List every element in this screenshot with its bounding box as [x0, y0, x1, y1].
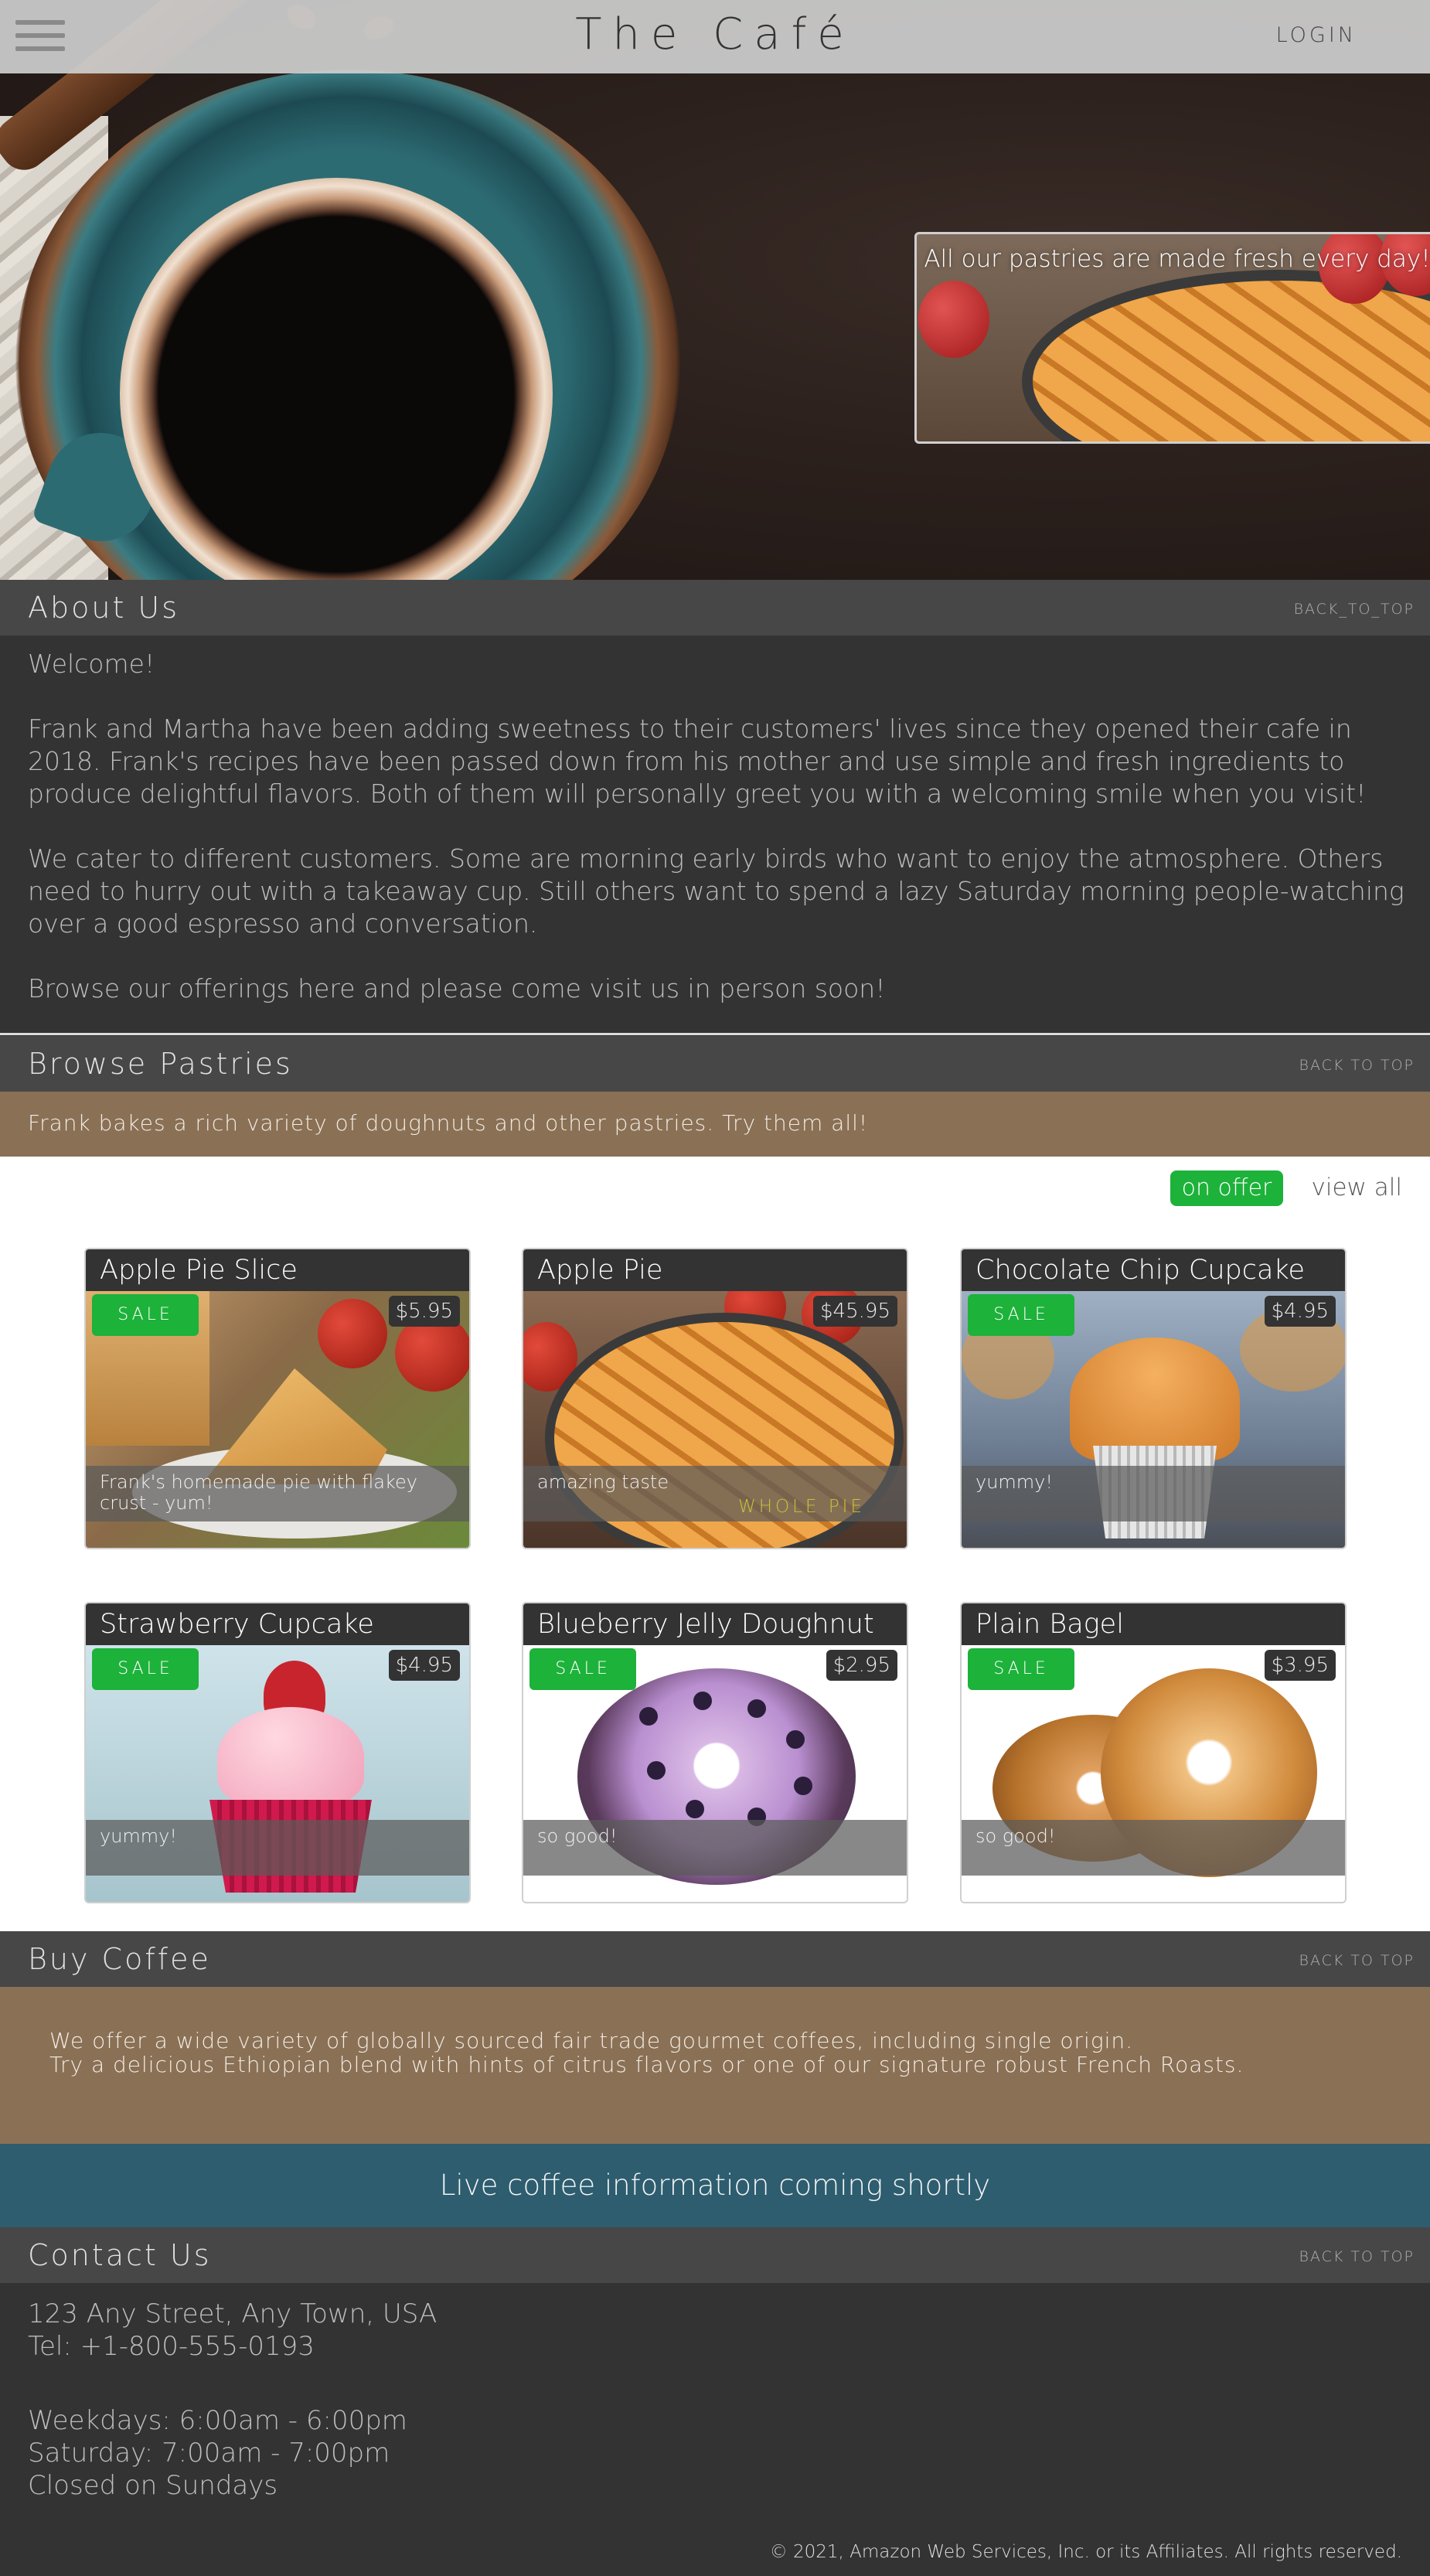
- about-paragraph: Welcome!: [28, 649, 155, 679]
- price-badge: $2.95: [826, 1650, 897, 1681]
- about-text: Welcome! Frank and Martha have been addi…: [28, 648, 1411, 1038]
- apple-image: [918, 281, 989, 358]
- top-navbar: The Café LOGIN: [0, 0, 1430, 73]
- back-to-top-link[interactable]: BACK_TO_TOP: [1294, 601, 1415, 618]
- copyright-text: © 2021, Amazon Web Services, Inc. or its…: [769, 2542, 1402, 2562]
- hours-line: Closed on Sundays: [28, 2470, 278, 2501]
- pastry-card[interactable]: Plain Bagel SALE $3.95 so good!: [960, 1602, 1347, 1903]
- back-to-top-link[interactable]: BACK TO TOP: [1299, 1952, 1415, 1969]
- sale-badge: SALE: [529, 1648, 636, 1690]
- coffee-header: Buy Coffee BACK TO TOP: [0, 1931, 1430, 1987]
- hero-banner: All our pastries are made fresh every da…: [0, 0, 1430, 580]
- about-paragraph: Browse our offerings here and please com…: [28, 973, 886, 1003]
- price-badge: $4.95: [1264, 1296, 1336, 1327]
- section-title: Contact Us: [28, 2238, 212, 2272]
- coffee-line: We offer a wide variety of globally sour…: [49, 2028, 1134, 2053]
- hero-caption: All our pastries are made fresh every da…: [924, 245, 1430, 273]
- pastry-name: Chocolate Chip Cupcake: [962, 1249, 1345, 1291]
- sale-badge: SALE: [968, 1294, 1074, 1336]
- about-paragraph: We cater to different customers. Some ar…: [28, 843, 1404, 939]
- sale-badge: SALE: [92, 1294, 199, 1336]
- opening-hours: Weekdays: 6:00am - 6:00pm Saturday: 7:00…: [28, 2404, 407, 2502]
- pastry-card[interactable]: Apple Pie $45.95 amazing taste WHOLE PIE: [522, 1248, 908, 1549]
- pastry-name: Blueberry Jelly Doughnut: [523, 1603, 907, 1645]
- section-title: Buy Coffee: [28, 1942, 211, 1976]
- price-badge: $45.95: [813, 1296, 897, 1327]
- about-header: About Us BACK_TO_TOP: [0, 580, 1430, 635]
- pastries-header: Browse Pastries BACK TO TOP: [0, 1036, 1430, 1092]
- price-badge: $3.95: [1264, 1650, 1336, 1681]
- pastry-description: Frank's homemade pie with flakey crust -…: [86, 1466, 469, 1521]
- back-to-top-link[interactable]: BACK TO TOP: [1299, 1057, 1415, 1074]
- price-badge: $5.95: [388, 1296, 460, 1327]
- contact-header: Contact Us BACK TO TOP: [0, 2227, 1430, 2283]
- brand-title[interactable]: The Café: [0, 9, 1430, 60]
- pastry-catalog: on offer view all Apple Pie Slice SALE $…: [0, 1157, 1430, 1931]
- pastry-card[interactable]: Apple Pie Slice SALE $5.95 Frank's homem…: [84, 1248, 471, 1549]
- section-title: Browse Pastries: [28, 1047, 293, 1081]
- pastry-name: Apple Pie Slice: [86, 1249, 469, 1291]
- live-coffee-banner: Live coffee information coming shortly: [0, 2144, 1430, 2227]
- coffee-line: Try a delicious Ethiopian blend with hin…: [49, 2052, 1244, 2077]
- sale-badge: SALE: [92, 1648, 199, 1690]
- price-badge: $4.95: [388, 1650, 460, 1681]
- hours-line: Saturday: 7:00am - 7:00pm: [28, 2438, 390, 2469]
- address-line: 123 Any Street, Any Town, USA: [28, 2298, 438, 2329]
- hours-line: Weekdays: 6:00am - 6:00pm: [28, 2405, 407, 2436]
- whole-pie-tag: WHOLE PIE: [738, 1497, 865, 1517]
- pastry-name: Strawberry Cupcake: [86, 1603, 469, 1645]
- pastry-description: yummy!: [86, 1820, 469, 1876]
- pastry-description: so good!: [523, 1820, 907, 1876]
- section-title: About Us: [28, 591, 180, 625]
- pastry-card[interactable]: Strawberry Cupcake SALE $4.95 yummy!: [84, 1602, 471, 1903]
- login-link[interactable]: LOGIN: [1276, 23, 1357, 47]
- back-to-top-link[interactable]: BACK TO TOP: [1299, 2248, 1415, 2265]
- filter-on-offer-button[interactable]: on offer: [1170, 1170, 1283, 1206]
- pastry-card[interactable]: Chocolate Chip Cupcake SALE $4.95 yummy!: [960, 1248, 1347, 1549]
- filter-view-all-link[interactable]: view all: [1312, 1174, 1402, 1201]
- contact-address: 123 Any Street, Any Town, USA Tel: +1-80…: [28, 2298, 437, 2363]
- pastry-name: Apple Pie: [523, 1249, 907, 1291]
- pastry-description: so good!: [962, 1820, 1345, 1876]
- apple-pie-image: [1033, 281, 1430, 441]
- coffee-description: We offer a wide variety of globally sour…: [49, 2029, 1244, 2077]
- pastries-intro: Frank bakes a rich variety of doughnuts …: [28, 1110, 869, 1136]
- pastry-description: yummy!: [962, 1466, 1345, 1521]
- section-divider: [0, 1033, 1430, 1035]
- pastry-name: Plain Bagel: [962, 1603, 1345, 1645]
- phone-line: Tel: +1-800-555-0193: [28, 2331, 315, 2362]
- about-paragraph: Frank and Martha have been adding sweetn…: [28, 714, 1367, 809]
- hero-pastry-card[interactable]: All our pastries are made fresh every da…: [914, 232, 1430, 444]
- pastries-intro-band: Frank bakes a rich variety of doughnuts …: [0, 1092, 1430, 1157]
- pastry-card[interactable]: Blueberry Jelly Doughnut SALE $2.95 so g…: [522, 1602, 908, 1903]
- coffee-info-band: We offer a wide variety of globally sour…: [0, 1987, 1430, 2144]
- sale-badge: SALE: [968, 1648, 1074, 1690]
